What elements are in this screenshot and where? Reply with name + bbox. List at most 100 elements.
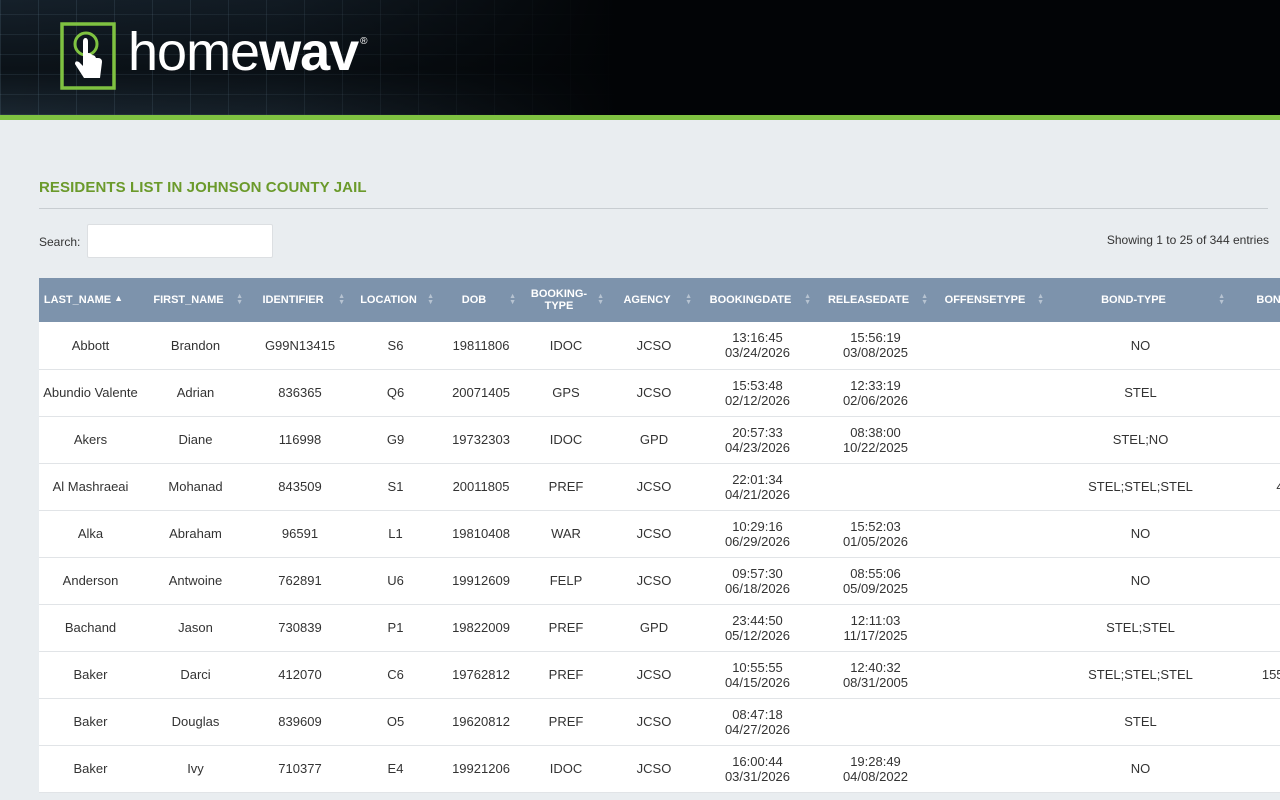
cell-text: Baker: [73, 761, 108, 776]
cell-text: S6: [387, 337, 404, 353]
column-header-dob[interactable]: DOB ▲ ▼: [440, 278, 522, 322]
column-header-offensetype[interactable]: OFFENSETYPE ▲ ▼: [934, 278, 1050, 322]
cell-identifier: 710377: [249, 745, 351, 793]
cell-first-name: Brandon: [142, 322, 249, 370]
cell-text: 16:00:44: [732, 753, 783, 769]
cell-text: G99N13415: [264, 337, 336, 353]
cell-bond-type: NO: [1050, 322, 1231, 370]
residents-table-container[interactable]: LAST_NAME ▲ FIRST_NAME ▲ ▼ IDENTIFIER ▲ ▼ LOCATI…: [39, 278, 1280, 800]
homewav-logo[interactable]: homewav ®: [60, 22, 368, 90]
table-row[interactable]: Anderson Antwoine 762891 U6 19912609 FELP JCSO…: [39, 557, 1280, 605]
cell-location: G9: [351, 416, 440, 464]
cell-releasedate: 12:40:32 08/31/2005: [817, 651, 934, 699]
residents-table: LAST_NAME ▲ FIRST_NAME ▲ ▼ IDENTIFIER ▲ ▼ LOCATI…: [39, 278, 1280, 793]
cell-text: IDOC: [549, 432, 583, 447]
cell-text: L1: [388, 526, 403, 541]
title-divider: [39, 208, 1268, 209]
cell-text: G9: [386, 432, 405, 447]
cell-dob: 19762812: [440, 651, 522, 699]
cell-text: 02/06/2026: [842, 392, 909, 408]
cell-text: IDOC: [549, 761, 583, 776]
cell-text: 20:57:33: [732, 424, 783, 440]
column-header-label: LAST_NAME: [43, 294, 112, 306]
column-header-last-name[interactable]: LAST_NAME ▲: [39, 278, 142, 322]
table-row[interactable]: Baker Darci 412070 C6 19762812 PREF JCSO 10:55:…: [39, 651, 1280, 699]
column-header-bond-amount[interactable]: BOND-AM▲▼: [1231, 278, 1280, 322]
column-header-bond-type[interactable]: BOND-TYPE ▲ ▼: [1050, 278, 1231, 322]
cell-dob: 20011805: [440, 463, 522, 511]
cell-text: 04/27/2026: [724, 721, 791, 737]
table-row[interactable]: Baker Ivy 710377 E4 19921206 IDOC JCSO 16:00:44…: [39, 745, 1280, 793]
cell-last-name: Abundio Valente: [39, 369, 142, 417]
cell-bond-amount: 10000;1(: [1231, 604, 1280, 652]
column-header-location[interactable]: LOCATION ▲ ▼: [351, 278, 440, 322]
column-header-identifier[interactable]: IDENTIFIER ▲ ▼: [249, 278, 351, 322]
table-body: Abbott Brandon G99N13415 S6 19811806 IDOC JCSO…: [39, 322, 1280, 793]
cell-last-name: Baker: [39, 698, 142, 746]
cell-text: 15:56:19: [850, 330, 901, 346]
cell-text: E4: [387, 761, 404, 776]
cell-bond-amount: 0: [1231, 745, 1280, 793]
table-row[interactable]: Baker Douglas 839609 O5 19620812 PREF JCSO 08:4…: [39, 698, 1280, 746]
table-row[interactable]: Bachand Jason 730839 P1 19822009 PREF GPD 23:44…: [39, 604, 1280, 652]
cell-text: O5: [386, 714, 405, 729]
table-row[interactable]: Abbott Brandon G99N13415 S6 19811806 IDOC JCSO…: [39, 322, 1280, 370]
cell-offensetype: [934, 463, 1050, 511]
cell-text: 15:53:48: [732, 377, 783, 393]
cell-text: 730839: [278, 620, 322, 635]
cell-text: NO: [1130, 573, 1151, 588]
cell-booking-type: PREF: [522, 651, 610, 699]
cell-text: FELP: [549, 573, 583, 588]
column-header-first-name[interactable]: FIRST_NAME ▲ ▼: [142, 278, 249, 322]
cell-location: Q6: [351, 369, 440, 417]
column-header-label: BOND-TYPE: [1101, 294, 1166, 306]
table-row[interactable]: Abundio Valente Adrian 836365 Q6 20071405 GPS…: [39, 369, 1280, 417]
cell-text: PREF: [548, 479, 584, 494]
column-header-bookingdate[interactable]: BOOKINGDATE ▲ ▼: [698, 278, 817, 322]
cell-agency: JCSO: [610, 651, 698, 699]
cell-text: 15:52:03: [850, 518, 901, 534]
cell-text: STEL;STEL;STEL: [1088, 479, 1193, 494]
cell-bond-type: STEL: [1050, 698, 1231, 746]
cell-bond-amount: 45000;1000: [1231, 463, 1280, 511]
cell-text: STEL;STEL;STEL: [1088, 667, 1193, 682]
cell-text: 45000;1000: [1276, 479, 1280, 494]
cell-dob: 19822009: [440, 604, 522, 652]
sort-both-icon: ▲ ▼: [509, 293, 516, 306]
cell-text: 19:28:49: [850, 753, 901, 769]
cell-text: Adrian: [176, 385, 215, 400]
table-row[interactable]: Akers Diane 116998 G9 19732303 IDOC GPD 20:57:3…: [39, 416, 1280, 464]
cell-bond-amount: 10000: [1231, 416, 1280, 464]
column-header-label: OFFENSETYPE: [944, 294, 1026, 306]
cell-booking-type: PREF: [522, 463, 610, 511]
search-input[interactable]: [87, 224, 273, 258]
table-row[interactable]: Al Mashraeai Mohanad 843509 S1 20011805 PREF J…: [39, 463, 1280, 511]
cell-dob: 19732303: [440, 416, 522, 464]
cell-agency: JCSO: [610, 510, 698, 558]
cell-last-name: Alka: [39, 510, 142, 558]
column-header-agency[interactable]: AGENCY ▲ ▼: [610, 278, 698, 322]
cell-first-name: Mohanad: [142, 463, 249, 511]
cell-text: 08:55:06: [850, 565, 901, 581]
cell-bond-amount: 0: [1231, 510, 1280, 558]
cell-text: 19620812: [452, 714, 510, 729]
column-header-releasedate[interactable]: RELEASEDATE ▲ ▼: [817, 278, 934, 322]
table-row[interactable]: Alka Abraham 96591 L1 19810408 WAR JCSO 10:29:1…: [39, 510, 1280, 558]
sort-ascending-icon: ▲: [114, 293, 124, 304]
logo-wordmark: homewav ®: [128, 25, 368, 79]
cell-text: JCSO: [636, 667, 672, 682]
cell-text: GPD: [639, 432, 669, 447]
column-header-label: FIRST_NAME: [153, 294, 224, 306]
column-header-booking-type[interactable]: BOOKING-TYPE ▲ ▼: [522, 278, 610, 322]
cell-bond-type: STEL;STEL;STEL: [1050, 463, 1231, 511]
cell-text: S1: [387, 479, 404, 494]
cell-location: O5: [351, 698, 440, 746]
cell-text: 05/09/2025: [842, 580, 909, 596]
cell-text: STEL;NO: [1112, 432, 1169, 447]
cell-text: 08:38:00: [850, 424, 901, 440]
cell-text: Abbott: [71, 337, 110, 353]
cell-bond-amount: 13500: [1231, 698, 1280, 746]
cell-text: STEL;STEL: [1106, 620, 1175, 635]
sort-both-icon: ▲ ▼: [236, 293, 243, 306]
cell-text: 843509: [278, 479, 322, 494]
